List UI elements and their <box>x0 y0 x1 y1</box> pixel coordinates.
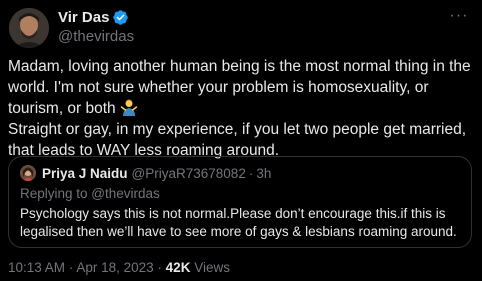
views-label: Views <box>194 260 230 275</box>
quoted-separator: · <box>248 165 254 181</box>
author-avatar[interactable] <box>9 8 49 48</box>
quoted-tweet[interactable]: Priya J Naidu @PriyaR73678082 · 3h Reply… <box>8 156 472 248</box>
verified-badge-icon <box>113 10 129 25</box>
tweet-time[interactable]: 10:13 AM <box>8 260 65 275</box>
author-name-row: Vir Das <box>58 9 129 26</box>
meta-separator-2: · <box>157 260 162 275</box>
views-count: 42K <box>165 260 191 275</box>
quoted-tweet-text: Psychology says this is not normal.Pleas… <box>20 206 457 239</box>
quoted-time[interactable]: 3h <box>256 166 271 181</box>
quoted-author-avatar[interactable] <box>20 165 36 181</box>
quoted-tweet-header: Priya J Naidu @PriyaR73678082 · 3h <box>20 165 271 181</box>
tweet-date[interactable]: Apr 18, 2023 <box>76 260 153 275</box>
quoted-author-avatar-image <box>20 165 36 181</box>
replying-to-label: Replying to <box>20 186 92 201</box>
author-avatar-image <box>9 8 49 48</box>
tweet: Vir Das @thevirdas ··· Madam, loving ano… <box>0 0 482 281</box>
person-shrugging-emoji <box>120 99 138 116</box>
quoted-handle[interactable]: @PriyaR73678082 <box>132 166 246 181</box>
more-options-icon[interactable]: ··· <box>444 4 474 28</box>
meta-separator: · <box>68 260 74 275</box>
author-handle[interactable]: @thevirdas <box>58 28 134 45</box>
replying-to-mention[interactable]: @thevirdas <box>91 186 159 201</box>
tweet-text: Madam, loving another human being is the… <box>8 56 478 161</box>
quoted-replying-to: Replying to @thevirdas <box>20 186 160 201</box>
author-display-name[interactable]: Vir Das <box>58 9 109 26</box>
tweet-text-part-1: Madam, loving another human being is the… <box>8 58 471 117</box>
quoted-display-name[interactable]: Priya J Naidu <box>42 166 128 181</box>
tweet-meta: 10:13 AM · Apr 18, 2023 · 42K Views <box>8 260 230 275</box>
tweet-text-part-2: Straight or gay, in my experience, if yo… <box>8 121 467 159</box>
